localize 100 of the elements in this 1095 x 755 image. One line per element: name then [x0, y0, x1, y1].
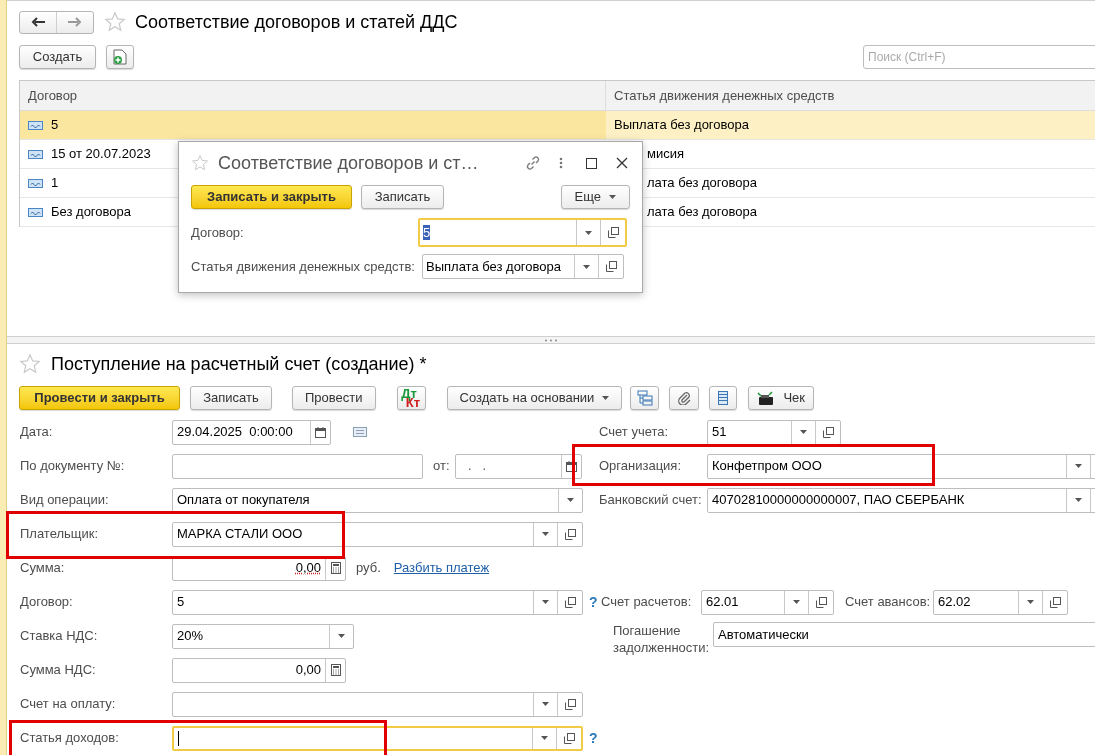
combo-field[interactable]: 62.01	[701, 589, 834, 615]
text-field[interactable]: Автоматически	[713, 622, 1095, 647]
contract-icon	[28, 149, 43, 159]
help-link[interactable]: ?	[589, 591, 601, 613]
field-label: Вид операции:	[20, 491, 110, 510]
field-label: Банковский счет:	[599, 491, 703, 510]
more-button[interactable]: Еще	[560, 185, 630, 209]
date-field[interactable]: 29.04.2025 0:00:00	[172, 419, 331, 445]
splitter-handle-icon[interactable]	[544, 338, 558, 342]
open-window-icon	[815, 596, 827, 608]
open-window-icon	[607, 227, 619, 238]
combo-field[interactable]: Выплата без договора	[422, 254, 624, 279]
star-icon[interactable]	[104, 11, 126, 33]
hierarchy-icon	[636, 390, 653, 406]
history-list-icon[interactable]	[353, 427, 367, 437]
combo-field[interactable]: 51	[707, 419, 841, 445]
table-cell-text: 5	[51, 116, 59, 135]
table-cell-text: мисия	[647, 145, 684, 164]
document-number-field[interactable]	[172, 453, 423, 479]
open-window-icon	[564, 698, 576, 710]
contract-icon	[28, 178, 43, 188]
search-field[interactable]: Поиск (Ctrl+F)	[863, 45, 1095, 69]
date-field[interactable]: . .	[455, 453, 582, 479]
table-cell-text: лата без договора	[647, 174, 757, 193]
maximize-icon[interactable]	[586, 157, 597, 169]
table-cell-text: Выплата без договора	[614, 116, 749, 135]
column-header[interactable]: Договор	[20, 81, 606, 110]
toolbar-button[interactable]: Провести	[292, 386, 376, 410]
column-header[interactable]: Статья движения денежных средств	[606, 81, 1095, 110]
caret-icon	[542, 532, 549, 536]
save-and-close-button[interactable]: Записать и закрыть	[191, 185, 352, 209]
star-icon[interactable]	[19, 353, 41, 375]
cash-register-icon	[757, 390, 776, 406]
combo-field[interactable]	[172, 691, 583, 717]
save-button[interactable]: Записать	[361, 185, 444, 209]
caret-icon	[1075, 498, 1082, 502]
caret-icon	[585, 230, 592, 235]
open-window-icon	[1049, 596, 1061, 608]
field-label: Дата:	[20, 423, 54, 442]
caret-icon	[567, 498, 574, 502]
back-arrow-icon	[31, 17, 45, 27]
receipt-button[interactable]: Чек	[748, 386, 814, 410]
close-icon[interactable]	[616, 157, 628, 169]
create-based-on-button[interactable]: Создать на основании	[446, 386, 623, 410]
select-field[interactable]: 20%	[172, 623, 354, 649]
list-icon	[718, 391, 729, 405]
field-label: Ставка НДС:	[20, 627, 99, 646]
field-label: Сумма:	[20, 559, 66, 578]
field-label: Счет авансов:	[845, 593, 932, 612]
field-label: Статья движения денежных средств:	[191, 257, 416, 276]
journal-entries-button[interactable]: Дт Кт	[396, 386, 426, 410]
window-title: Соответствие договоров и статей ДДС	[135, 10, 458, 34]
combo-field[interactable]: 40702810000000000007, ПАО СБЕРБАНК	[707, 487, 1095, 513]
caret-icon	[541, 736, 548, 740]
field-label: Организация:	[599, 457, 683, 476]
table-cell-text: 1	[51, 174, 59, 193]
create-button[interactable]: Создать	[19, 45, 96, 69]
combo-field[interactable]: 62.02	[933, 589, 1068, 615]
caret-icon	[1075, 464, 1082, 468]
combo-field[interactable]: Конфетпром ООО	[707, 453, 1095, 479]
structure-button[interactable]	[630, 386, 660, 410]
field-label: Счет учета:	[599, 423, 670, 442]
table-row[interactable]: 5 Выплата без договора	[20, 111, 1095, 140]
help-link[interactable]: ?	[589, 727, 601, 749]
open-window-icon	[605, 261, 617, 272]
currency-label: руб.	[356, 559, 381, 578]
add-document-icon	[113, 49, 127, 65]
dialog-title: Соответствие договоров и ст…	[218, 151, 479, 175]
split-payment-link[interactable]: Разбить платеж	[393, 558, 490, 578]
link-icon[interactable]	[525, 155, 541, 171]
calculator-icon	[330, 664, 341, 676]
calendar-icon	[315, 426, 326, 438]
field-label: Счет расчетов:	[601, 593, 693, 612]
document-title: Поступление на расчетный счет (создание) *	[51, 352, 427, 376]
combo-field[interactable]: МАРКА СТАЛИ ООО	[172, 521, 583, 547]
combo-field[interactable]: 5	[172, 589, 583, 615]
combo-field[interactable]: 5	[418, 218, 627, 247]
add-document-button[interactable]	[106, 45, 134, 69]
amount-field[interactable]: 0,00	[172, 555, 346, 581]
caret-icon	[800, 430, 807, 434]
paperclip-icon	[677, 391, 692, 405]
field-label: Договор:	[20, 593, 74, 612]
toolbar-button[interactable]: Записать	[190, 386, 272, 410]
select-field[interactable]: Оплата от покупателя	[172, 487, 583, 513]
caret-icon	[1027, 600, 1034, 604]
star-icon[interactable]	[191, 154, 209, 172]
forward-arrow-icon	[68, 17, 82, 27]
combo-field[interactable]	[172, 725, 583, 751]
list-button[interactable]	[709, 386, 738, 410]
field-label: По документу №:	[20, 457, 126, 476]
caret-icon	[338, 634, 345, 638]
more-options-icon[interactable]	[559, 157, 563, 169]
calendar-icon	[566, 460, 577, 472]
contract-icon	[28, 120, 43, 130]
open-window-icon	[564, 528, 576, 540]
attach-button[interactable]	[669, 386, 700, 410]
caret-icon	[542, 600, 549, 604]
post-and-close-button[interactable]: Провести и закрыть	[19, 386, 180, 410]
field-label: Погашение задолженности:	[613, 622, 711, 656]
amount-field[interactable]: 0,00	[172, 657, 346, 683]
